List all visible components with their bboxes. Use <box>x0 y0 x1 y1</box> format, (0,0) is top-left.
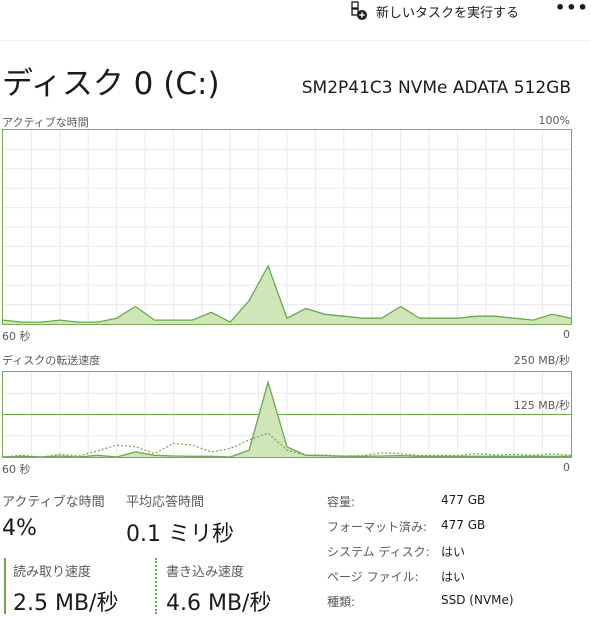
transfer-chart-mid-label: 125 MB/秒 <box>513 399 570 412</box>
read-speed-indicator <box>4 558 6 614</box>
active-chart-label: アクティブな時間 <box>2 116 89 129</box>
active-chart-max-label: 100% <box>538 114 570 127</box>
transfer-chart-x-left: 60 秒 <box>2 463 31 476</box>
page-file-key: ページ ファイル: <box>327 570 419 584</box>
write-speed-value: 4.6 MB/秒 <box>166 591 272 616</box>
new-task-button[interactable]: 新しいタスクを実行する <box>346 0 519 22</box>
page-file-value: はい <box>441 570 466 584</box>
response-time-value: 0.1 ミリ秒 <box>126 522 234 547</box>
disk-model: SM2P41C3 NVMe ADATA 512GB <box>301 78 571 98</box>
active-chart-x-right: 0 <box>563 328 570 341</box>
write-speed-label: 書き込み速度 <box>166 565 245 580</box>
page-title: ディスク 0 (C:) <box>2 66 220 102</box>
read-speed-label: 読み取り速度 <box>13 565 92 580</box>
type-value: SSD (NVMe) <box>441 593 514 607</box>
read-speed-value: 2.5 MB/秒 <box>13 591 119 616</box>
active-time-chart <box>2 129 572 325</box>
active-time-label: アクティブな時間 <box>2 495 105 510</box>
toolbar-divider <box>0 40 591 41</box>
capacity-key: 容量: <box>327 495 356 509</box>
active-time-chart-svg <box>2 130 572 324</box>
capacity-value: 477 GB <box>441 493 486 507</box>
system-disk-key: システム ディスク: <box>327 545 430 559</box>
active-chart-x-left: 60 秒 <box>2 330 31 343</box>
new-task-label: 新しいタスクを実行する <box>376 5 520 21</box>
formatted-value: 477 GB <box>441 518 486 532</box>
toolbar: 新しいタスクを実行する ••• <box>0 0 591 40</box>
system-disk-value: はい <box>441 545 466 559</box>
transfer-chart-max-label: 250 MB/秒 <box>513 354 570 367</box>
more-options-button[interactable]: ••• <box>555 0 588 20</box>
formatted-key: フォーマット済み: <box>327 520 428 534</box>
transfer-chart-x-right: 0 <box>563 461 570 474</box>
new-task-icon <box>346 0 368 22</box>
write-speed-indicator <box>155 558 157 614</box>
transfer-chart-label: ディスクの転送速度 <box>2 354 101 367</box>
active-time-value: 4% <box>2 516 37 541</box>
transfer-rate-chart-svg <box>2 372 572 458</box>
type-key: 種類: <box>327 595 356 609</box>
response-time-label: 平均応答時間 <box>126 495 205 510</box>
transfer-rate-chart <box>2 371 572 458</box>
